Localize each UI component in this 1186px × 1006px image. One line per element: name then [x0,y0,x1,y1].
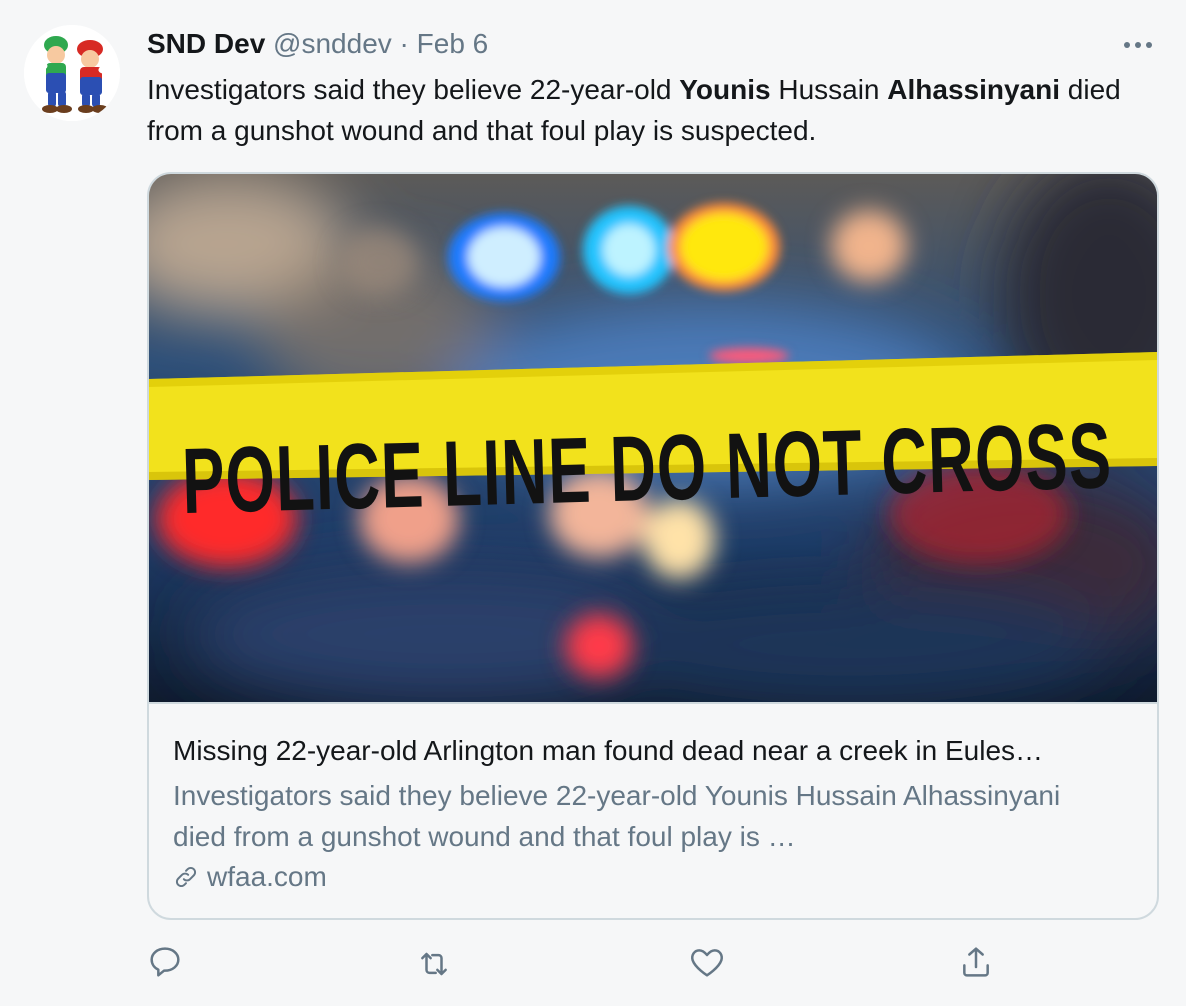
link-icon [175,866,197,888]
more-button[interactable] [1121,30,1155,60]
retweet-icon [421,952,447,976]
cartoon-characters-avatar-icon [24,25,120,121]
tweet-text: Investigators said they believe 22-year-… [147,69,1157,151]
tweet-text-part: Hussain [770,74,888,105]
card-image[interactable]: POLICE LINE DO NOT CROSS [149,174,1157,704]
share-icon [963,947,989,977]
tweet-text-part: Investigators said they believe 22-year-… [147,74,680,105]
author-handle[interactable]: @snddev [273,28,392,59]
share-button[interactable] [956,942,996,982]
link-card[interactable]: POLICE LINE DO NOT CROSS Missing 22-year… [147,172,1159,920]
retweet-button[interactable] [414,944,454,984]
police-tape-image: POLICE LINE DO NOT CROSS [149,174,1157,704]
card-description: Investigators said they believe 22-year-… [173,780,1061,852]
avatar[interactable] [24,25,120,121]
heart-icon [691,949,723,977]
tweet-header: SND Dev @snddev · Feb 6 [147,26,488,62]
separator: · [399,28,409,59]
reply-button[interactable] [145,942,185,982]
tweet-date[interactable]: Feb 6 [417,28,489,59]
tweet-text-bold: Younis [679,74,771,105]
reply-icon [150,947,180,977]
card-title[interactable]: Missing 22-year-old Arlington man found … [173,732,1133,770]
more-horizontal-icon [1124,42,1152,48]
tweet-actions [0,942,1186,986]
card-domain[interactable]: wfaa.com [173,858,327,896]
card-domain-text: wfaa.com [207,861,327,892]
author-name[interactable]: SND Dev [147,28,265,59]
tweet-text-bold: Alhassinyani [887,74,1061,105]
like-button[interactable] [687,942,727,982]
